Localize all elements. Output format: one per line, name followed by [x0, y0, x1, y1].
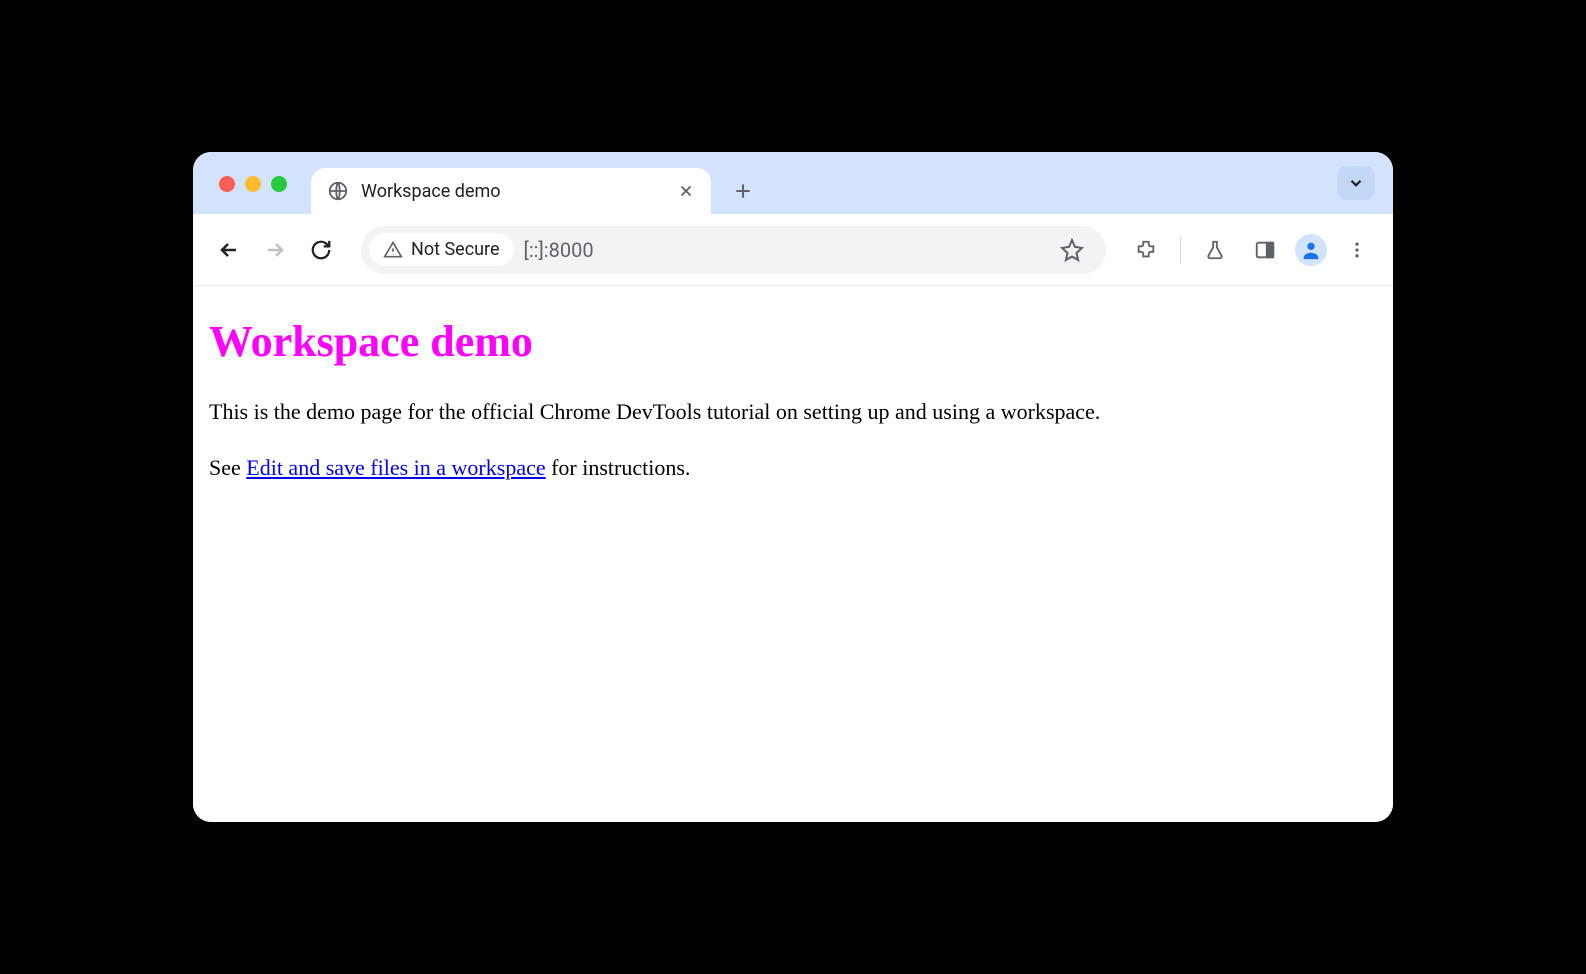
- tab-search-button[interactable]: [1337, 166, 1375, 200]
- page-paragraph-see: See Edit and save files in a workspace f…: [209, 453, 1377, 483]
- see-prefix: See: [209, 455, 246, 480]
- tab-strip: Workspace demo: [193, 152, 1393, 214]
- page-content: Workspace demo This is the demo page for…: [193, 286, 1393, 822]
- side-panel-button[interactable]: [1245, 230, 1285, 270]
- new-tab-button[interactable]: [725, 173, 761, 209]
- minimize-window-button[interactable]: [245, 176, 261, 192]
- labs-button[interactable]: [1195, 230, 1235, 270]
- page-paragraph-intro: This is the demo page for the official C…: [209, 397, 1377, 427]
- back-button[interactable]: [209, 230, 249, 270]
- toolbar-right: [1126, 230, 1377, 270]
- toolbar-divider: [1180, 236, 1181, 264]
- profile-button[interactable]: [1295, 234, 1327, 266]
- tutorial-link[interactable]: Edit and save files in a workspace: [246, 455, 545, 480]
- tab-title: Workspace demo: [361, 181, 665, 202]
- browser-window: Workspace demo: [193, 152, 1393, 822]
- address-bar[interactable]: Not Secure [::]:8000: [361, 226, 1106, 274]
- browser-toolbar: Not Secure [::]:8000: [193, 214, 1393, 286]
- menu-button[interactable]: [1337, 230, 1377, 270]
- window-controls: [219, 176, 287, 192]
- browser-tab[interactable]: Workspace demo: [311, 168, 711, 214]
- extensions-button[interactable]: [1126, 230, 1166, 270]
- globe-icon: [327, 180, 349, 202]
- bookmark-button[interactable]: [1054, 232, 1090, 268]
- security-chip[interactable]: Not Secure: [369, 233, 514, 266]
- url-text: [::]:8000: [524, 238, 1044, 262]
- close-window-button[interactable]: [219, 176, 235, 192]
- maximize-window-button[interactable]: [271, 176, 287, 192]
- see-suffix: for instructions.: [546, 455, 691, 480]
- page-heading: Workspace demo: [209, 316, 1377, 367]
- reload-button[interactable]: [301, 230, 341, 270]
- forward-button[interactable]: [255, 230, 295, 270]
- warning-icon: [383, 240, 403, 260]
- security-label: Not Secure: [411, 239, 500, 260]
- close-tab-button[interactable]: [677, 182, 695, 200]
